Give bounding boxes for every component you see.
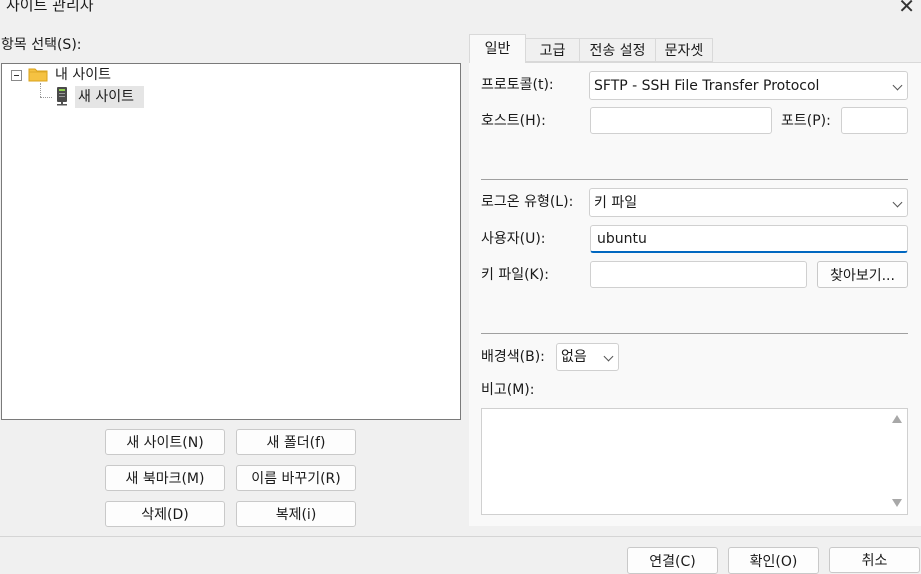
comments-textarea[interactable]	[481, 408, 908, 515]
new-site-button[interactable]: 새 사이트(N)	[105, 429, 225, 455]
close-icon[interactable]: ✕	[898, 0, 915, 18]
tree-line	[40, 97, 52, 98]
comments-label: 비고(M):	[481, 382, 535, 398]
chevron-down-icon	[892, 80, 903, 91]
logon-type-label: 로그온 유형(L):	[481, 194, 574, 210]
scroll-down-icon[interactable]	[892, 499, 902, 507]
logon-type-select-value: 키 파일	[594, 195, 638, 211]
scroll-up-icon[interactable]	[892, 415, 902, 423]
tree-item-new-site[interactable]: 새 사이트	[78, 88, 134, 106]
new-bookmark-button[interactable]: 새 북마크(M)	[105, 465, 225, 491]
cancel-button[interactable]: 취소	[829, 547, 920, 573]
ok-button[interactable]: 확인(O)	[728, 547, 819, 574]
user-label: 사용자(U):	[481, 231, 546, 247]
site-tree[interactable]	[1, 63, 461, 420]
bg-color-select[interactable]: 없음	[556, 343, 619, 371]
browse-button[interactable]: 찾아보기...	[817, 261, 908, 288]
server-icon	[57, 87, 67, 106]
port-input[interactable]	[841, 107, 908, 134]
tab-transfer-settings[interactable]: 전송 설정	[580, 38, 656, 62]
chevron-down-icon	[892, 197, 903, 208]
duplicate-button[interactable]: 복제(i)	[236, 501, 356, 527]
user-input[interactable]	[590, 225, 908, 253]
host-label: 호스트(H):	[481, 113, 546, 129]
connect-button[interactable]: 연결(C)	[627, 547, 718, 574]
folder-icon	[28, 68, 48, 82]
protocol-label: 프로토콜(t):	[481, 77, 554, 93]
logon-type-select[interactable]: 키 파일	[589, 188, 908, 217]
tab-advanced[interactable]: 고급	[526, 38, 580, 62]
tab-charset[interactable]: 문자셋	[656, 38, 713, 62]
key-file-input[interactable]	[590, 261, 807, 288]
chevron-down-icon	[603, 351, 614, 362]
footer-divider	[0, 536, 921, 537]
tree-line	[40, 83, 41, 97]
window-title: 사이트 관리자	[6, 0, 94, 14]
tree-item-my-sites[interactable]: 내 사이트	[55, 66, 111, 84]
protocol-select-value: SFTP - SSH File Transfer Protocol	[594, 78, 820, 94]
divider	[481, 179, 908, 180]
key-file-label: 키 파일(K):	[481, 267, 549, 283]
protocol-select[interactable]: SFTP - SSH File Transfer Protocol	[589, 71, 908, 100]
delete-button[interactable]: 삭제(D)	[105, 501, 225, 527]
bg-color-select-value: 없음	[561, 349, 587, 365]
bg-color-label: 배경색(B):	[481, 349, 545, 365]
host-input[interactable]	[590, 107, 772, 134]
collapse-toggle-icon[interactable]	[11, 70, 22, 81]
port-label: 포트(P):	[781, 113, 831, 129]
divider	[481, 333, 908, 334]
tree-label: 항목 선택(S):	[1, 37, 82, 53]
tab-general[interactable]: 일반	[469, 34, 526, 63]
new-folder-button[interactable]: 새 폴더(f)	[236, 429, 356, 455]
rename-button[interactable]: 이름 바꾸기(R)	[236, 465, 356, 491]
